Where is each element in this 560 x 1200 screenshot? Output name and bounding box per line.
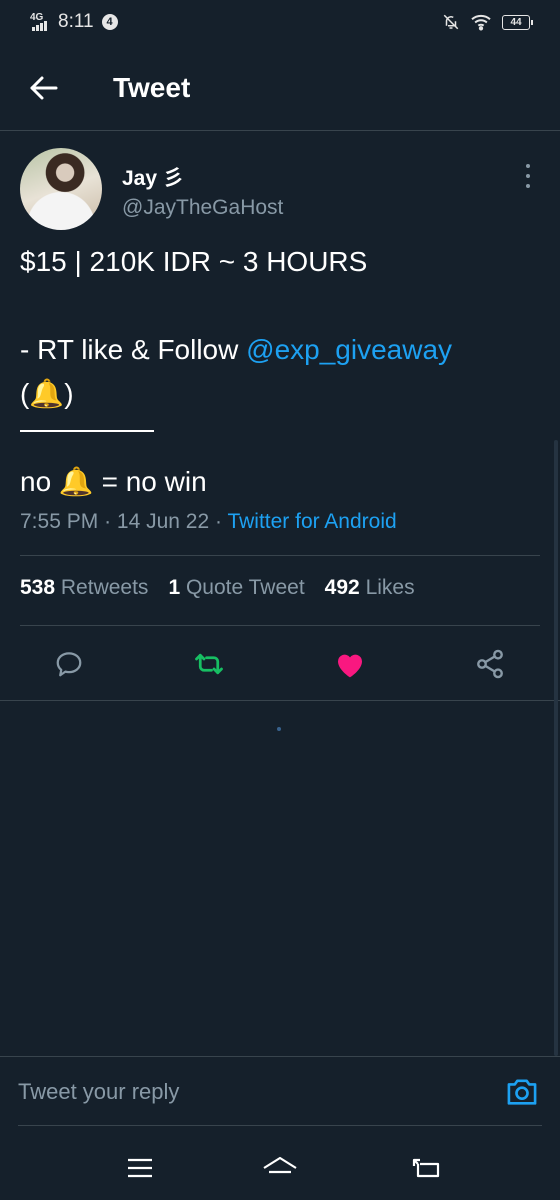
app-header: Tweet <box>0 44 560 131</box>
avatar[interactable] <box>20 148 102 230</box>
status-bar: 4G 8:11 4 44 <box>0 0 560 44</box>
share-button[interactable] <box>470 644 510 684</box>
tweet-date: 14 Jun 22 <box>116 510 210 533</box>
mention-link[interactable]: @exp_giveaway <box>246 334 452 365</box>
retweets-label: Retweets <box>60 576 149 599</box>
divider <box>20 555 540 556</box>
reply-underline <box>18 1125 542 1126</box>
retweets-count: 538 <box>20 576 56 599</box>
tweet-line-4: no 🔔 = no win <box>20 466 207 497</box>
author-name[interactable]: Jay 彡 <box>122 162 184 192</box>
tweet-line-1: $15 | 210K IDR ~ 3 HOURS <box>20 246 368 277</box>
retweets-stat[interactable]: 538 Retweets <box>20 576 148 600</box>
status-left: 4G 8:11 4 <box>30 11 118 33</box>
system-nav-bar <box>0 1136 560 1200</box>
more-options-button[interactable] <box>520 164 536 188</box>
tweet-time: 7:55 PM <box>20 510 99 533</box>
like-button[interactable] <box>330 644 370 684</box>
retweet-icon <box>195 653 223 675</box>
battery-icon: 44 <box>502 14 533 30</box>
tweet-stats: 538 Retweets 1 Quote Tweet 492 Likes <box>20 576 415 600</box>
tweet-line-2: - RT like & Follow @exp_giveaway <box>20 328 540 372</box>
likes-stat[interactable]: 492 Likes <box>325 576 415 600</box>
tweet-divider <box>20 416 540 460</box>
battery-level: 44 <box>510 16 522 28</box>
tweet-line-2-text: - RT like & Follow <box>20 334 247 365</box>
menu-icon <box>128 1158 152 1178</box>
notification-count-badge: 4 <box>101 14 118 30</box>
back-button[interactable] <box>28 74 60 102</box>
reply-composer <box>0 1056 560 1126</box>
tweet-actions <box>0 640 560 686</box>
speech-bubble-icon <box>56 652 82 677</box>
tweet-source-link[interactable]: Twitter for Android <box>227 510 396 533</box>
camera-button[interactable] <box>504 1075 542 1109</box>
heart-icon <box>338 654 362 678</box>
retweet-button[interactable] <box>189 644 229 684</box>
wifi-icon <box>471 14 491 31</box>
tweet-line-3: (🔔) <box>20 378 74 409</box>
reply-input[interactable] <box>18 1069 478 1115</box>
status-right: 44 <box>442 13 533 31</box>
tweet-text: $15 | 210K IDR ~ 3 HOURS - RT like & Fol… <box>20 240 540 504</box>
menu-button[interactable] <box>122 1154 158 1182</box>
scrollbar[interactable] <box>554 440 558 1056</box>
likes-label: Likes <box>365 576 415 599</box>
bell-off-icon <box>443 14 459 30</box>
back-nav-icon <box>412 1158 440 1178</box>
quotes-count: 1 <box>168 576 181 599</box>
quote-tweets-stat[interactable]: 1 Quote Tweet <box>168 576 304 600</box>
signal-icon: 4G <box>30 13 50 31</box>
quotes-label: Quote Tweet <box>185 576 305 599</box>
reply-button[interactable] <box>49 644 89 684</box>
status-time: 8:11 <box>58 11 94 32</box>
vertical-dots-icon <box>526 164 530 168</box>
divider <box>0 700 560 701</box>
home-button[interactable] <box>262 1154 298 1182</box>
tweet-meta: 7:55 PM · 14 Jun 22 · Twitter for Androi… <box>20 510 397 533</box>
author-handle[interactable]: @JayTheGaHost <box>122 196 283 220</box>
back-nav-button[interactable] <box>408 1154 444 1182</box>
camera-icon <box>507 1079 537 1105</box>
page-title: Tweet <box>113 72 191 103</box>
divider <box>20 625 540 626</box>
arrow-left-icon <box>30 76 58 100</box>
loading-indicator <box>277 727 281 731</box>
likes-count: 492 <box>324 576 360 599</box>
home-icon <box>263 1156 297 1174</box>
share-icon <box>477 649 503 679</box>
